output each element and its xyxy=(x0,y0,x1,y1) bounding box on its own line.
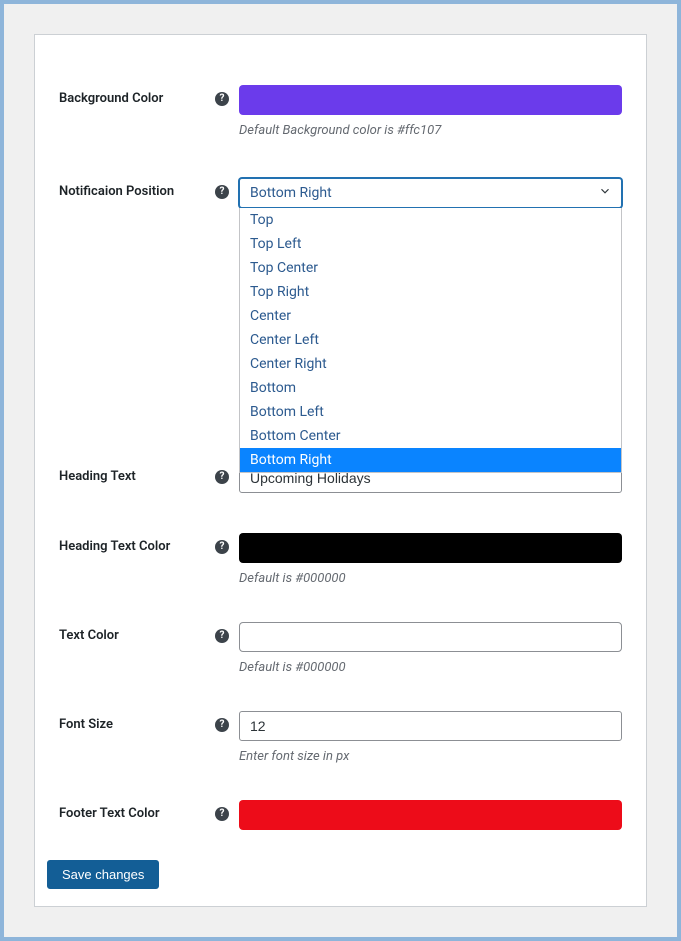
font-size-helper: Enter font size in px xyxy=(239,749,622,764)
control-col: Bottom Right TopTop LeftTop CenterTop Ri… xyxy=(239,178,622,443)
label-col: Heading Text ? xyxy=(59,463,239,484)
dropdown-option[interactable]: Top Left xyxy=(240,232,621,256)
dropdown-option[interactable]: Top Center xyxy=(240,256,621,280)
heading-text-color-helper: Default is #000000 xyxy=(239,571,622,586)
background-color-input[interactable] xyxy=(239,85,622,115)
dropdown-option[interactable]: Center Left xyxy=(240,328,621,352)
background-color-helper: Default Background color is #ffc107 xyxy=(239,123,622,138)
help-icon[interactable]: ? xyxy=(215,185,229,199)
settings-form: Background Color ? Default Background co… xyxy=(34,34,647,907)
notification-position-label: Notificaion Position xyxy=(59,184,215,199)
label-col: Footer Text Color ? xyxy=(59,800,239,821)
label-col: Text Color ? xyxy=(59,622,239,643)
notification-position-select[interactable]: Bottom Right xyxy=(239,178,622,208)
help-icon[interactable]: ? xyxy=(215,807,229,821)
dropdown-option[interactable]: Bottom Right xyxy=(240,448,621,472)
dropdown-option[interactable]: Center xyxy=(240,304,621,328)
dropdown-option[interactable]: Top xyxy=(240,208,621,232)
label-col: Font Size ? xyxy=(59,711,239,732)
control-col xyxy=(239,800,622,830)
dropdown-option[interactable]: Center Right xyxy=(240,352,621,376)
label-col: Heading Text Color ? xyxy=(59,533,239,554)
heading-text-color-input[interactable] xyxy=(239,533,622,563)
dropdown-option[interactable]: Bottom xyxy=(240,376,621,400)
row-notification-position: Notificaion Position ? Bottom Right TopT… xyxy=(35,138,646,443)
row-text-color: Text Color ? Default is #000000 xyxy=(35,586,646,675)
control-col: Default is #000000 xyxy=(239,622,622,675)
control-col: Default Background color is #ffc107 xyxy=(239,85,622,138)
footer-text-color-label: Footer Text Color xyxy=(59,806,215,821)
dropdown-option[interactable]: Top Right xyxy=(240,280,621,304)
font-size-label: Font Size xyxy=(59,717,215,732)
label-col: Background Color ? xyxy=(59,85,239,106)
text-color-label: Text Color xyxy=(59,628,215,643)
settings-panel: Background Color ? Default Background co… xyxy=(0,0,681,941)
font-size-input[interactable] xyxy=(239,711,622,741)
footer-text-color-input[interactable] xyxy=(239,800,622,830)
notification-position-dropdown: TopTop LeftTop CenterTop RightCenterCent… xyxy=(239,208,622,473)
background-color-label: Background Color xyxy=(59,91,215,106)
row-heading-text-color: Heading Text Color ? Default is #000000 xyxy=(35,493,646,586)
help-icon[interactable]: ? xyxy=(215,629,229,643)
dropdown-option[interactable]: Bottom Center xyxy=(240,424,621,448)
row-background-color: Background Color ? Default Background co… xyxy=(35,35,646,138)
help-icon[interactable]: ? xyxy=(215,470,229,484)
help-icon[interactable]: ? xyxy=(215,92,229,106)
text-color-helper: Default is #000000 xyxy=(239,660,622,675)
row-footer-text-color: Footer Text Color ? xyxy=(35,764,646,830)
notification-position-select-wrapper: Bottom Right TopTop LeftTop CenterTop Ri… xyxy=(239,178,622,208)
control-col: Enter font size in px xyxy=(239,711,622,764)
control-col: Default is #000000 xyxy=(239,533,622,586)
dropdown-option[interactable]: Bottom Left xyxy=(240,400,621,424)
heading-text-label: Heading Text xyxy=(59,469,215,484)
help-icon[interactable]: ? xyxy=(215,718,229,732)
select-value: Bottom Right xyxy=(250,185,332,201)
label-col: Notificaion Position ? xyxy=(59,178,239,199)
heading-text-color-label: Heading Text Color xyxy=(59,539,215,554)
save-button[interactable]: Save changes xyxy=(47,860,159,889)
row-font-size: Font Size ? Enter font size in px xyxy=(35,675,646,764)
save-row: Save changes xyxy=(35,830,646,889)
help-icon[interactable]: ? xyxy=(215,540,229,554)
text-color-input[interactable] xyxy=(239,622,622,652)
chevron-down-icon xyxy=(598,184,612,202)
